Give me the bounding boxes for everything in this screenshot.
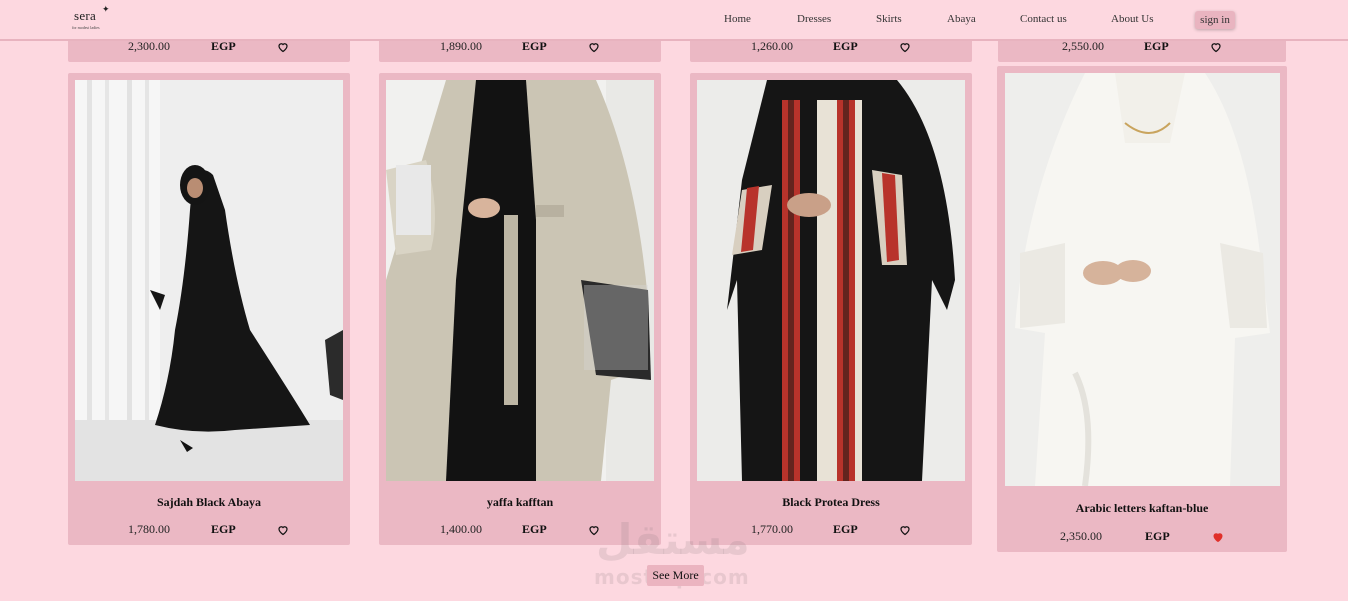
product-price: 1,770.00 (751, 522, 793, 536)
product-price: 1,780.00 (128, 522, 170, 536)
brand-logo[interactable]: sera ✦ for modest ladies (72, 4, 110, 30)
product-name[interactable]: Sajdah Black Abaya (68, 495, 350, 510)
product-card[interactable]: Sajdah Black Abaya 1,780.00 EGP (68, 73, 350, 545)
price-row: 2,300.00 EGP (68, 39, 350, 57)
product-name[interactable]: Arabic letters kaftan-blue (997, 501, 1287, 516)
nav-contact[interactable]: Contact us (1020, 13, 1067, 25)
price-row: 1,400.00 EGP (379, 522, 661, 540)
currency-label: EGP (522, 39, 547, 53)
heart-icon[interactable] (588, 41, 600, 53)
heart-icon[interactable] (588, 524, 600, 536)
heart-icon[interactable] (277, 524, 289, 536)
product-photo[interactable] (697, 80, 965, 481)
product-photo[interactable] (386, 80, 654, 481)
price-row: 1,890.00 EGP (379, 39, 661, 57)
heart-filled-icon[interactable] (1212, 531, 1224, 543)
nav-dresses[interactable]: Dresses (797, 13, 831, 25)
currency-label: EGP (1145, 529, 1170, 543)
brand-name: sera (74, 8, 97, 23)
nav-about[interactable]: About Us (1111, 13, 1153, 25)
product-price: 2,350.00 (1060, 529, 1102, 543)
brand-tagline: for modest ladies (72, 25, 100, 30)
nav-skirts[interactable]: Skirts (876, 13, 902, 25)
product-name[interactable]: Black Protea Dress (690, 495, 972, 510)
heart-icon[interactable] (1210, 41, 1222, 53)
price-row: 1,260.00 EGP (690, 39, 972, 57)
product-price: 1,400.00 (440, 522, 482, 536)
heart-icon[interactable] (277, 41, 289, 53)
product-card[interactable]: Black Protea Dress 1,770.00 EGP (690, 73, 972, 545)
top-navbar: sera ✦ for modest ladies Home Dresses Sk… (0, 0, 1348, 41)
product-card[interactable]: yaffa kafftan 1,400.00 EGP (379, 73, 661, 545)
currency-label: EGP (1144, 39, 1169, 53)
heart-icon[interactable] (899, 41, 911, 53)
product-price: 1,260.00 (751, 39, 793, 53)
product-photo[interactable] (75, 80, 343, 481)
nav-home[interactable]: Home (724, 13, 751, 25)
product-price: 2,300.00 (128, 39, 170, 53)
heart-icon[interactable] (899, 524, 911, 536)
product-price: 1,890.00 (440, 39, 482, 53)
currency-label: EGP (211, 522, 236, 536)
sparkle-icon: ✦ (102, 4, 110, 14)
nav-abaya[interactable]: Abaya (947, 13, 976, 25)
price-row: 2,550.00 EGP (998, 39, 1286, 57)
currency-label: EGP (211, 39, 236, 53)
product-card[interactable]: Arabic letters kaftan-blue 2,350.00 EGP (997, 66, 1287, 552)
currency-label: EGP (522, 522, 547, 536)
sign-in-button[interactable]: sign in (1195, 11, 1235, 29)
see-more-button[interactable]: See More (647, 565, 704, 586)
product-price: 2,550.00 (1062, 39, 1104, 53)
price-row: 2,350.00 EGP (997, 529, 1287, 547)
price-row: 1,780.00 EGP (68, 522, 350, 540)
currency-label: EGP (833, 522, 858, 536)
product-photo[interactable] (1005, 73, 1280, 486)
price-row: 1,770.00 EGP (690, 522, 972, 540)
product-name[interactable]: yaffa kafftan (379, 495, 661, 510)
currency-label: EGP (833, 39, 858, 53)
